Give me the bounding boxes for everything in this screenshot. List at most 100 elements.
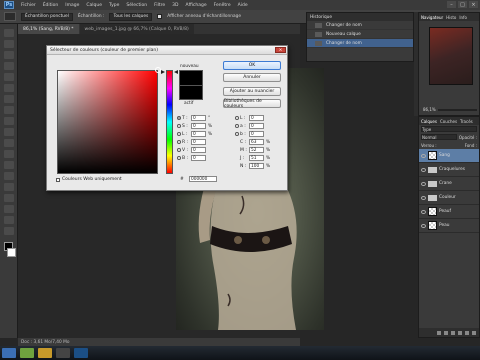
add-mask-icon[interactable] [451, 330, 455, 335]
visibility-eye-icon[interactable] [421, 223, 426, 228]
hue-input[interactable]: 0 [191, 115, 206, 121]
saturation-input[interactable]: 0 [191, 123, 206, 129]
doc-tab-active[interactable]: 86,1% (Sang, RVB/8) * [18, 24, 79, 34]
dodge-tool-icon[interactable] [3, 161, 14, 169]
new-layer-icon[interactable] [465, 330, 469, 335]
cancel-button[interactable]: Annuler [223, 73, 281, 82]
clone-stamp-tool-icon[interactable] [3, 117, 14, 125]
tab-histogram[interactable]: Histo [446, 15, 456, 20]
brightness-input[interactable]: 0 [191, 131, 206, 137]
shape-tool-icon[interactable] [3, 205, 14, 213]
delete-layer-icon[interactable] [472, 330, 476, 335]
maximize-button[interactable]: □ [458, 1, 467, 8]
healing-brush-tool-icon[interactable] [3, 95, 14, 103]
tab-layers[interactable]: Calques [421, 119, 437, 124]
layer-row[interactable]: Peau [419, 219, 479, 233]
brightness-radio[interactable] [177, 132, 181, 136]
green-radio[interactable] [177, 148, 181, 152]
magenta-input[interactable]: 52 [249, 147, 264, 153]
lab-l-radio[interactable] [235, 116, 239, 120]
marquee-tool-icon[interactable] [3, 40, 14, 48]
history-item[interactable]: Nouveau calque [307, 30, 413, 39]
zoom-tool-icon[interactable] [3, 227, 14, 235]
menu-help[interactable]: Aide [238, 3, 248, 8]
hand-tool-icon[interactable] [3, 216, 14, 224]
doc-tab-second[interactable]: web_images_1.jpg @ 66,7% (Calque 0, RVB/… [79, 24, 194, 34]
visibility-eye-icon[interactable] [421, 209, 426, 214]
tab-paths[interactable]: Tracés [460, 119, 473, 124]
hue-slider-arrow-left-icon[interactable] [161, 70, 165, 74]
black-input[interactable]: 100 [249, 163, 264, 169]
history-item-selected[interactable]: Changer de nom [307, 39, 413, 48]
layer-group-row[interactable]: Couleur [419, 191, 479, 205]
type-tool-icon[interactable] [3, 183, 14, 191]
saturation-radio[interactable] [177, 124, 181, 128]
eyedropper-tool-icon[interactable] [3, 84, 14, 92]
lab-b-input[interactable]: 0 [249, 131, 264, 137]
add-to-swatches-button[interactable]: Ajouter au nuancier [223, 87, 281, 96]
sample-size-dropdown[interactable]: Échantillon ponctuel [21, 12, 73, 21]
hue-slider[interactable] [166, 70, 173, 174]
crop-tool-icon[interactable] [3, 73, 14, 81]
menu-window[interactable]: Fenêtre [214, 3, 231, 8]
menu-view[interactable]: Affichage [186, 3, 207, 8]
photoshop-taskbar-icon[interactable] [74, 348, 88, 358]
close-window-button[interactable]: × [469, 1, 478, 8]
background-color-swatch[interactable] [6, 248, 16, 257]
menu-file[interactable]: Fichier [21, 3, 36, 8]
visibility-eye-icon[interactable] [421, 195, 426, 200]
lab-a-radio[interactable] [235, 124, 239, 128]
menu-filter[interactable]: Filtre [154, 3, 165, 8]
menu-edit[interactable]: Édition [43, 3, 59, 8]
cyan-input[interactable]: 63 [249, 139, 264, 145]
brush-tool-icon[interactable] [3, 106, 14, 114]
history-brush-tool-icon[interactable] [3, 128, 14, 136]
navigator-thumbnail[interactable] [429, 27, 473, 85]
red-input[interactable]: 0 [191, 139, 206, 145]
history-item[interactable]: Changer de nom [307, 21, 413, 30]
path-select-tool-icon[interactable] [3, 194, 14, 202]
gradient-tool-icon[interactable] [3, 150, 14, 158]
blue-input[interactable]: 0 [191, 155, 206, 161]
lasso-tool-icon[interactable] [3, 51, 14, 59]
menu-image[interactable]: Image [65, 3, 79, 8]
pen-tool-icon[interactable] [3, 172, 14, 180]
minimize-button[interactable]: – [447, 1, 456, 8]
menu-layer[interactable]: Calque [86, 3, 102, 8]
blue-radio[interactable] [177, 156, 181, 160]
start-button-icon[interactable] [2, 348, 16, 358]
red-radio[interactable] [177, 140, 181, 144]
eraser-tool-icon[interactable] [3, 139, 14, 147]
layer-group-row[interactable]: Craquelures [419, 163, 479, 177]
lab-a-input[interactable]: 0 [249, 123, 264, 129]
link-layers-icon[interactable] [437, 330, 441, 335]
zoom-slider[interactable] [437, 108, 477, 111]
ok-button[interactable]: OK [223, 61, 281, 70]
hex-input[interactable]: 000000 [189, 176, 217, 182]
menu-3d[interactable]: 3D [172, 3, 178, 8]
eyedropper-tool-preset-icon[interactable] [4, 12, 16, 21]
color-field[interactable] [57, 70, 158, 174]
lab-l-input[interactable]: 0 [249, 115, 264, 121]
web-colors-only[interactable]: Couleurs Web uniquement [56, 177, 122, 182]
blend-mode-dropdown[interactable]: Normal [421, 134, 457, 140]
visibility-eye-icon[interactable] [421, 181, 426, 186]
layer-row[interactable]: Sang [419, 149, 479, 163]
show-ring-checkbox[interactable] [157, 14, 163, 19]
new-group-icon[interactable] [458, 330, 462, 335]
visibility-eye-icon[interactable] [421, 167, 426, 172]
layer-group-row[interactable]: Crane [419, 177, 479, 191]
layer-style-icon[interactable] [444, 330, 448, 335]
hue-slider-arrow-right-icon[interactable] [174, 70, 178, 74]
tab-channels[interactable]: Couches [440, 119, 457, 124]
web-colors-checkbox[interactable] [56, 177, 60, 182]
yellow-input[interactable]: 51 [249, 155, 264, 161]
taskbar-app-icon[interactable] [56, 348, 70, 358]
layer-kind-filter[interactable]: Type [421, 126, 477, 132]
taskbar-app-icon[interactable] [20, 348, 34, 358]
quick-select-tool-icon[interactable] [3, 62, 14, 70]
lab-b-radio[interactable] [235, 132, 239, 136]
menu-type[interactable]: Type [109, 3, 119, 8]
green-input[interactable]: 0 [191, 147, 206, 153]
folder-taskbar-icon[interactable] [38, 348, 52, 358]
